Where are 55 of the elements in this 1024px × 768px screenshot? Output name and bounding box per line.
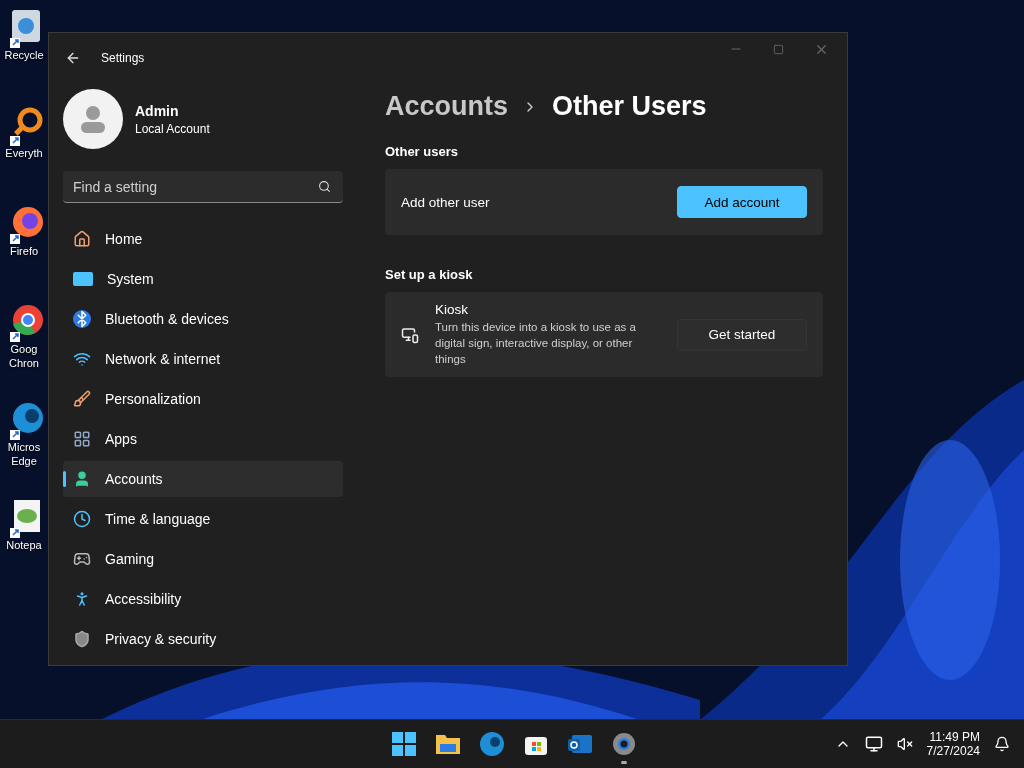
shortcut-label: Goog [10,342,38,356]
shield-icon [73,630,91,648]
shortcut-label: Recycle [4,48,44,62]
nav-item[interactable]: Accessibility [63,581,343,617]
search-icon [318,180,331,193]
nav-item[interactable]: Home [63,221,343,257]
breadcrumb-item[interactable]: Accounts [385,91,509,122]
shortcut-label: Micros [7,440,41,454]
action-button[interactable]: Add account [677,186,807,218]
section-heading: Other users [385,144,459,159]
brush-icon [73,390,91,408]
nav-item[interactable]: Network & internet [63,341,343,377]
notification-icon[interactable] [994,736,1010,752]
card-title: Add other user [401,194,491,210]
nav-item[interactable]: Privacy & security [63,621,343,657]
clock-icon [73,510,91,528]
apps-icon [73,430,91,448]
back-icon[interactable] [65,50,81,66]
shortcut-label: Firefo [9,244,39,258]
account-type: Local Account [135,121,210,136]
card-title: Kiosk [435,302,469,317]
action-button[interactable]: Get started [677,318,807,351]
home-icon [73,230,91,248]
card-description: Turn this device into a kiosk to use as a digital sign, interactive display, or other things [435,320,637,367]
shortcut-label: Chron [9,356,39,370]
wifi-icon [73,350,91,368]
start-icon[interactable] [390,730,418,758]
nav-item[interactable]: Personalization [63,381,343,417]
breadcrumb-item: Other Users [552,91,707,122]
network-icon[interactable] [864,735,883,753]
nav-item[interactable]: System [63,261,343,297]
display-icon [73,272,93,286]
settings-icon[interactable] [610,730,638,758]
nav-item[interactable]: Apps [63,421,343,457]
avatar-icon [63,89,123,149]
muted-speaker-icon[interactable] [896,736,913,752]
kiosk-icon [401,325,419,344]
clock-time[interactable]: 11:49 PM [929,730,980,744]
nav-item[interactable]: Time & language [63,501,343,537]
clock-date[interactable]: 7/27/2024 [926,744,980,758]
user-name: Admin [135,102,180,119]
browser-icon[interactable] [478,730,506,758]
nav-item[interactable]: Bluetooth & devices [63,301,343,337]
shortcut-label: Edge [11,454,37,468]
shortcut-label: Everyth [5,146,43,160]
shortcut-label: Notepa [6,538,42,552]
nav-item[interactable]: Gaming [63,541,343,577]
gamepad-icon [73,550,91,568]
nav-item[interactable]: Accounts [63,461,343,497]
running-indicator [621,761,627,764]
person-icon [73,470,91,488]
bluetooth-icon [73,310,91,328]
section-heading: Set up a kiosk [385,267,474,282]
search-field[interactable]: Find a setting [63,171,343,203]
window-title: Settings [101,51,145,65]
